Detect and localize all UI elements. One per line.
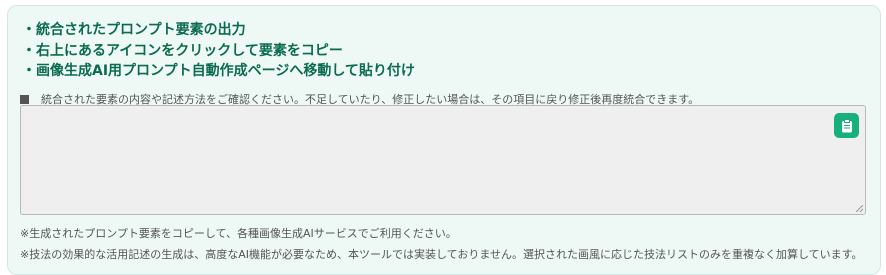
clipboard-icon bbox=[841, 118, 852, 132]
instruction-item: 統合されたプロンプト要素の出力 bbox=[22, 20, 415, 41]
instruction-item: 画像生成AI用プロンプト自動作成ページへ移動して貼り付け bbox=[22, 61, 415, 82]
technique-note: ※技法の効果的な活用記述の生成は、高度なAI機能が必要なため、本ツールでは実装し… bbox=[20, 248, 863, 261]
instruction-list: 統合されたプロンプト要素の出力 右上にあるアイコンをクリックして要素をコピー 画… bbox=[22, 20, 415, 82]
usage-note: ※生成されたプロンプト要素をコピーして、各種画像生成AIサービスでご利用ください… bbox=[20, 227, 457, 240]
instruction-item: 右上にあるアイコンをクリックして要素をコピー bbox=[22, 41, 415, 62]
output-panel: 統合されたプロンプト要素の出力 右上にあるアイコンをクリックして要素をコピー 画… bbox=[7, 5, 881, 275]
merged-prompt-output[interactable] bbox=[20, 105, 866, 215]
square-bullet-icon bbox=[20, 95, 29, 104]
resize-handle-icon[interactable] bbox=[856, 205, 863, 212]
copy-button[interactable] bbox=[834, 113, 859, 138]
